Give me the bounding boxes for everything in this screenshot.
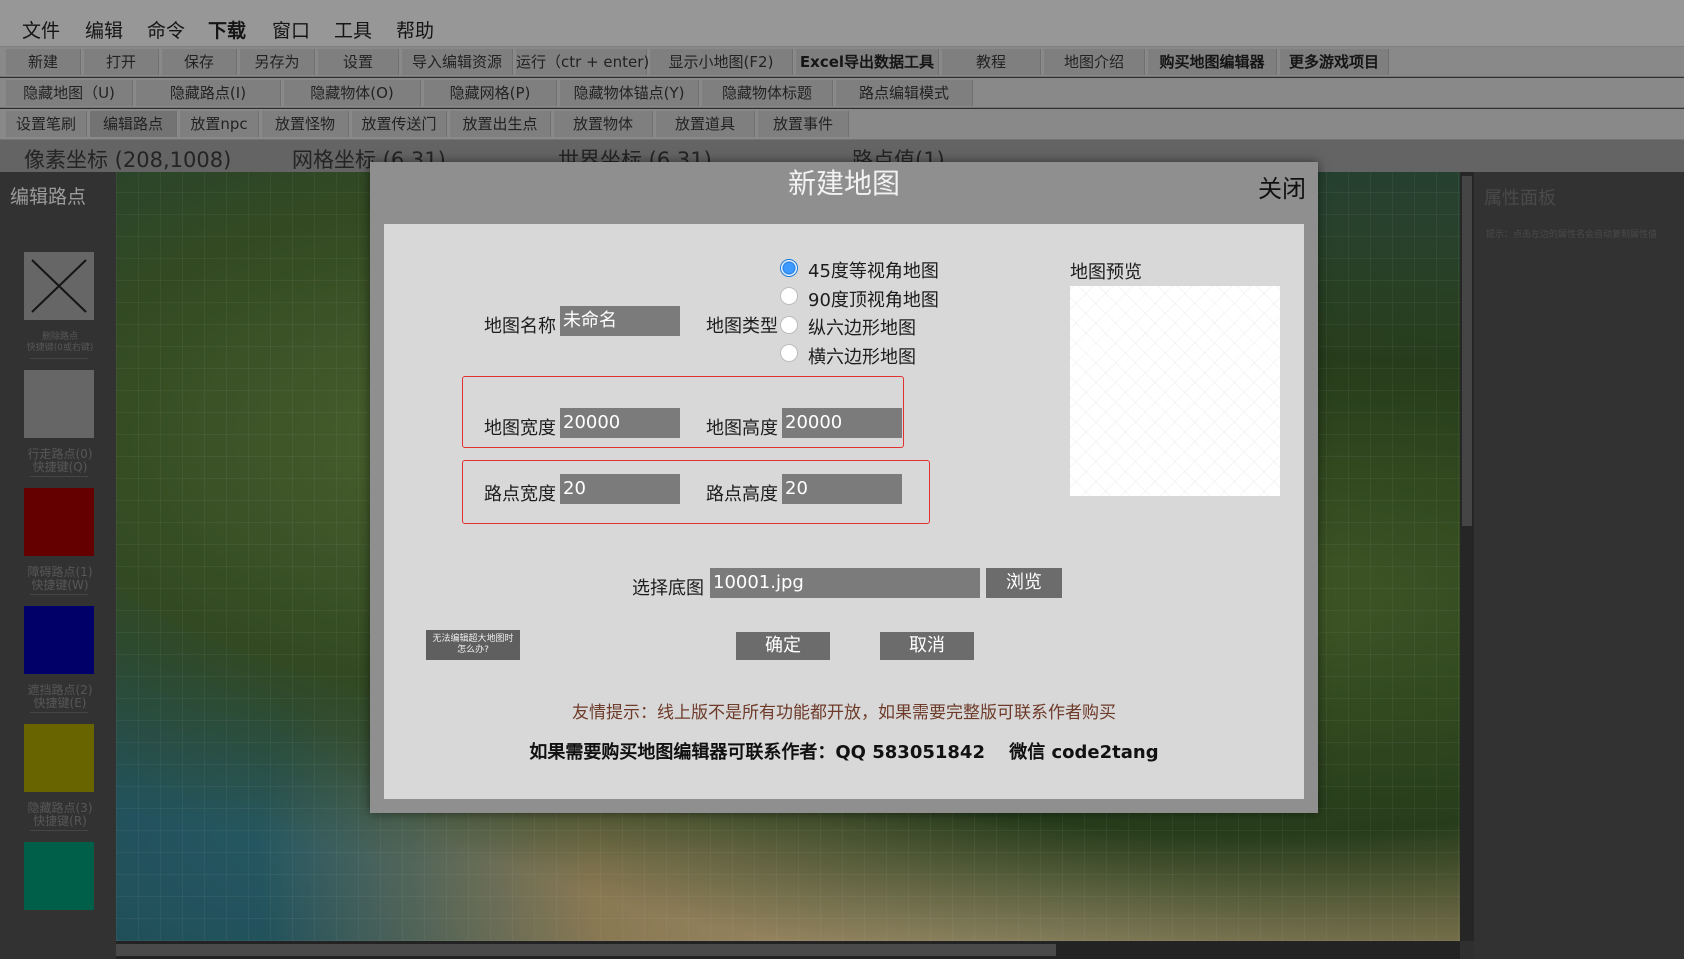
dialog-body: 地图名称 地图类型 45度等视角地图 90度顶视角地图 纵六边形地图 横六边形地… — [384, 224, 1304, 799]
radio-map-type-hhex[interactable] — [780, 344, 798, 362]
node-height-input[interactable] — [782, 474, 902, 504]
large-map-help-button[interactable]: 无法编辑超大地图时 怎么办? — [426, 630, 520, 660]
tip-text: 友情提示：线上版不是所有功能都开放，如果需要完整版可联系作者购买 — [572, 703, 1116, 723]
radio-map-type-90[interactable] — [780, 287, 798, 305]
node-width-input[interactable] — [560, 474, 680, 504]
node-height-label: 路点高度 — [706, 484, 778, 505]
map-type-option-90: 90度顶视角地图 — [808, 290, 939, 311]
map-type-option-45: 45度等视角地图 — [808, 261, 939, 282]
map-type-option-vhex: 纵六边形地图 — [808, 318, 916, 339]
browse-button[interactable]: 浏览 — [986, 568, 1062, 598]
map-width-label: 地图宽度 — [484, 418, 556, 439]
map-name-label: 地图名称 — [484, 316, 556, 337]
map-type-label: 地图类型 — [706, 316, 778, 337]
map-width-input[interactable] — [560, 408, 680, 438]
node-width-label: 路点宽度 — [484, 484, 556, 505]
radio-map-type-vhex[interactable] — [780, 316, 798, 334]
contact-text: 如果需要购买地图编辑器可联系作者：QQ 583051842 微信 code2ta… — [529, 742, 1159, 763]
preview-label: 地图预览 — [1070, 262, 1142, 283]
dialog-title: 新建地图 — [787, 167, 900, 200]
ok-button[interactable]: 确定 — [736, 632, 830, 660]
map-height-label: 地图高度 — [706, 418, 778, 439]
close-button[interactable]: 关闭 — [1258, 169, 1306, 204]
background-label: 选择底图 — [632, 578, 704, 599]
map-name-input[interactable] — [560, 306, 680, 336]
map-preview — [1070, 286, 1280, 496]
map-height-input[interactable] — [782, 408, 902, 438]
background-file-input[interactable] — [710, 568, 980, 598]
new-map-dialog: 新建地图 关闭 地图名称 地图类型 45度等视角地图 90度顶视角地图 纵六边形… — [370, 162, 1318, 813]
cancel-button[interactable]: 取消 — [880, 632, 974, 660]
radio-map-type-45[interactable] — [780, 259, 798, 277]
map-type-option-hhex: 横六边形地图 — [808, 347, 916, 368]
